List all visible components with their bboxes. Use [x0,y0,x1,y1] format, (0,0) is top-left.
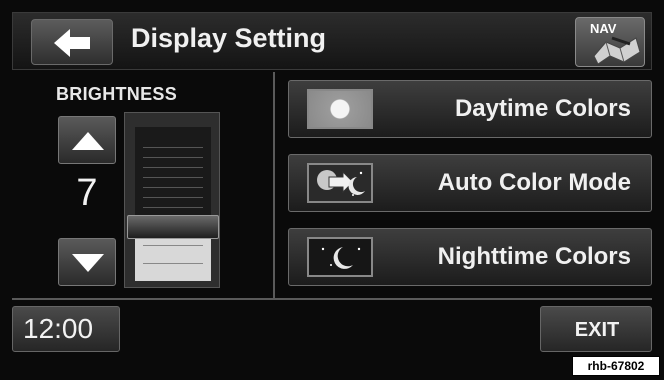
slider-tick [143,187,203,188]
exit-button[interactable]: EXIT [540,306,652,352]
slider-tick [143,177,203,178]
slider-tick [143,167,203,168]
nighttime-colors-label: Nighttime Colors [437,243,631,270]
reference-tag-text: rhb-67802 [587,359,645,373]
slider-thumb[interactable] [127,215,219,239]
brightness-label: BRIGHTNESS [56,84,178,104]
triangle-down-icon [72,254,104,272]
moon-icon [307,237,373,277]
daytime-colors-label: Daytime Colors [454,95,631,122]
slider-tick [143,245,203,246]
slider-tick [143,207,203,208]
display-setting-screen: Display Setting NAV BRIGHTNESS 7 Daytime… [0,0,664,380]
back-button[interactable] [31,19,113,65]
brightness-up-button[interactable] [58,116,116,164]
header-bar: Display Setting NAV [12,12,652,70]
sun-moon-icon [307,163,373,203]
nav-button[interactable]: NAV [575,17,645,67]
vertical-divider [273,72,275,298]
brightness-slider[interactable] [124,112,220,288]
slider-tick [143,263,203,264]
slider-track [135,127,211,281]
daytime-colors-button[interactable]: Daytime Colors [288,80,652,138]
slider-tick [143,157,203,158]
page-title: Display Setting [131,23,327,53]
arrow-left-icon [54,29,90,57]
slider-tick [143,197,203,198]
map-icon [593,36,641,64]
sun-icon [307,89,373,129]
nighttime-colors-button[interactable]: Nighttime Colors [288,228,652,286]
clock-button[interactable]: 12:00 [12,306,120,352]
reference-tag: rhb-67802 [572,356,660,376]
horizontal-divider [12,298,652,300]
brightness-value: 7 [76,172,98,214]
auto-color-mode-label: Auto Color Mode [437,169,631,196]
clock-time: 12:00 [23,313,94,344]
brightness-down-button[interactable] [58,238,116,286]
auto-color-mode-button[interactable]: Auto Color Mode [288,154,652,212]
exit-label: EXIT [574,319,620,341]
triangle-up-icon [72,132,104,150]
slider-tick [143,147,203,148]
